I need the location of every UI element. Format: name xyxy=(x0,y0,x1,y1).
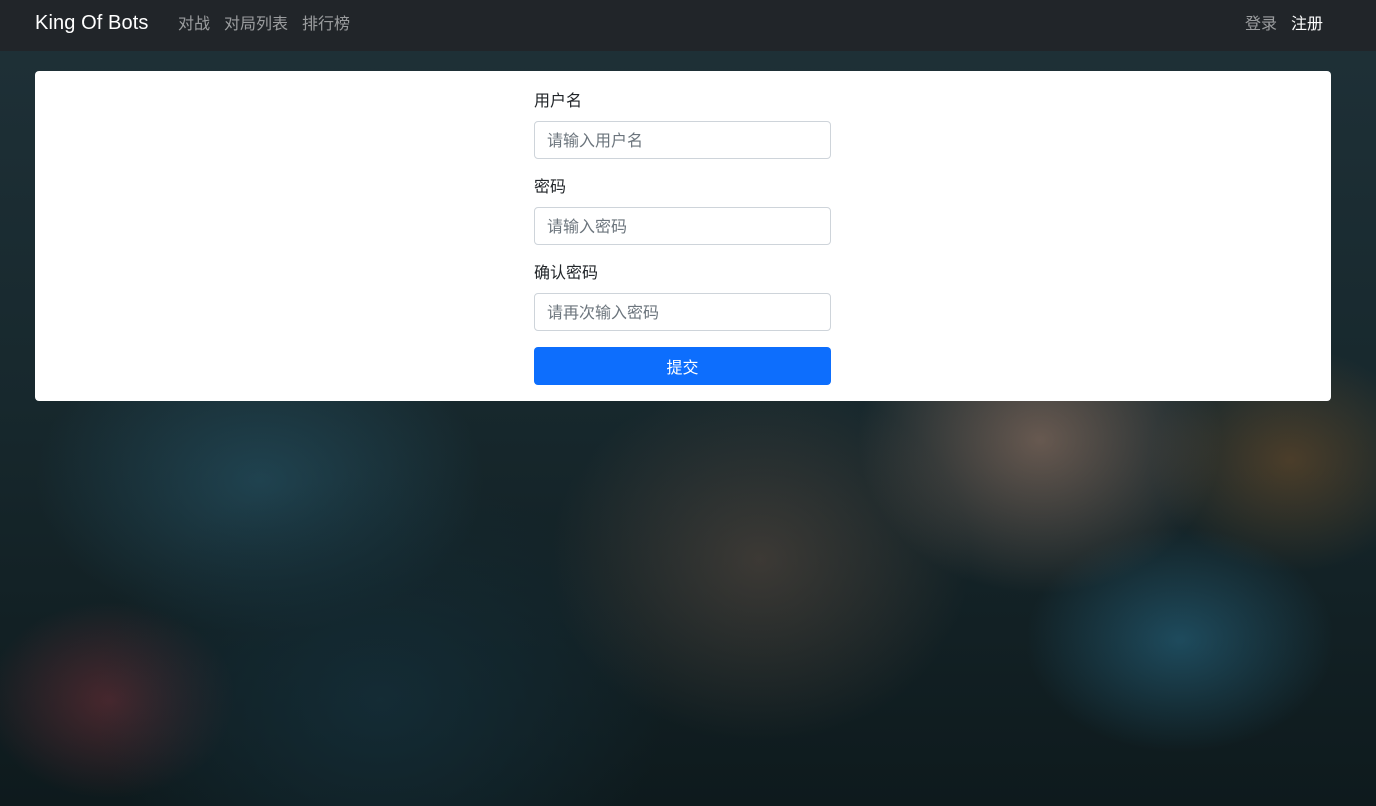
nav-link-pk[interactable]: 对战 xyxy=(178,13,210,35)
register-form: 用户名 密码 确认密码 提交 xyxy=(534,89,831,385)
username-group: 用户名 xyxy=(534,89,831,159)
nav-left-links: 对战 对局列表 排行榜 xyxy=(178,13,350,35)
nav-right-links: 登录 注册 xyxy=(1245,13,1323,35)
top-navbar: King Of Bots 对战 对局列表 排行榜 登录 注册 xyxy=(0,0,1376,51)
page-background: { "navbar": { "brand": "King Of Bots", "… xyxy=(0,0,1376,806)
nav-link-record-list[interactable]: 对局列表 xyxy=(224,13,288,35)
confirm-password-label: 确认密码 xyxy=(534,263,599,282)
username-input[interactable] xyxy=(534,121,831,159)
password-label: 密码 xyxy=(534,177,567,196)
password-group: 密码 xyxy=(534,175,831,245)
nav-link-login[interactable]: 登录 xyxy=(1245,13,1277,35)
brand-logo-text[interactable]: King Of Bots xyxy=(35,10,148,36)
username-label: 用户名 xyxy=(534,91,583,110)
password-input[interactable] xyxy=(534,207,831,245)
register-card: 用户名 密码 确认密码 提交 xyxy=(35,71,1331,401)
confirm-password-group: 确认密码 xyxy=(534,261,831,331)
confirm-password-input[interactable] xyxy=(534,293,831,331)
nav-link-register[interactable]: 注册 xyxy=(1291,13,1323,35)
nav-link-ranklist[interactable]: 排行榜 xyxy=(302,13,350,35)
submit-button[interactable]: 提交 xyxy=(534,347,831,385)
